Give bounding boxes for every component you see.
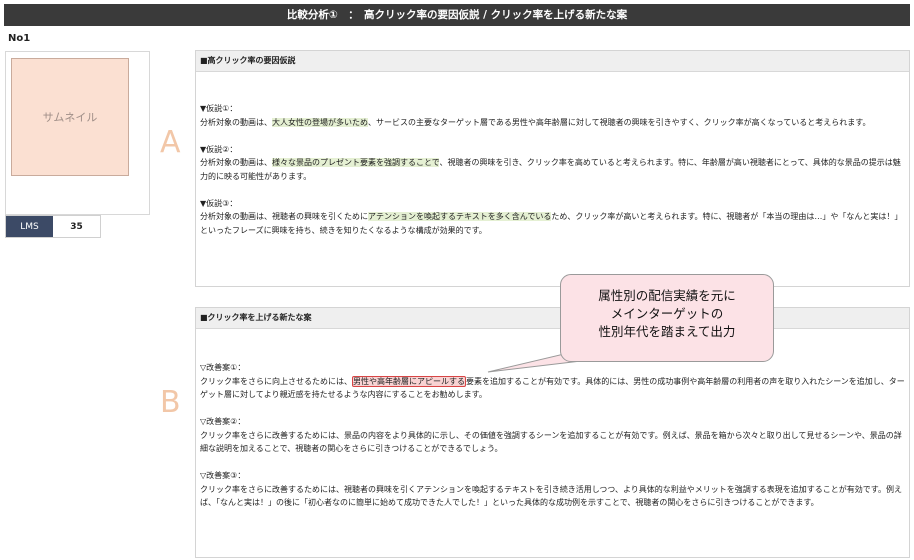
- callout-bubble: 属性別の配信実績を元に メインターゲットの 性別年代を踏まえて出力: [560, 274, 774, 362]
- callout-tail: [487, 345, 633, 373]
- callout-text: 属性別の配信実績を元に メインターゲットの 性別年代を踏まえて出力: [598, 288, 736, 339]
